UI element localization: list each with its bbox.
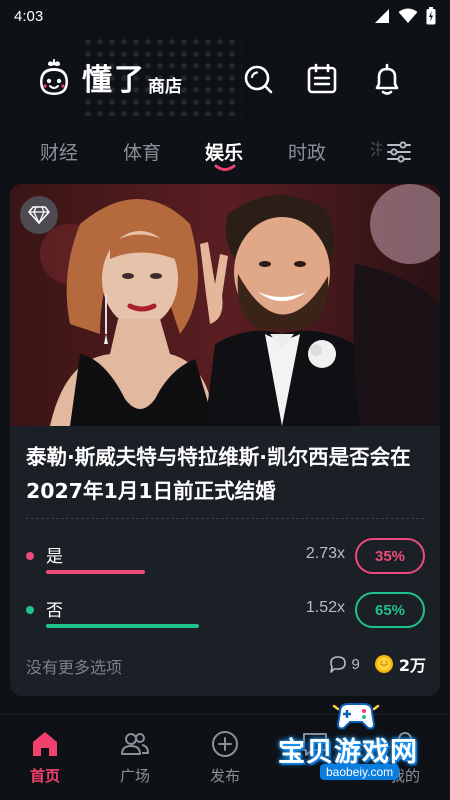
logo-title: 懂了 [82, 63, 146, 98]
gamepad-logo-icon [332, 703, 380, 730]
category-tabs: 财经 体育 娱乐 时政 [0, 128, 450, 176]
option-no-odds: 1.52x [305, 599, 345, 616]
tab-politics[interactable]: 时政 [288, 138, 326, 165]
system-icons [374, 7, 436, 25]
watermark-url: baobeiy.com [320, 764, 400, 780]
orders-icon[interactable] [305, 62, 339, 96]
active-tab-indicator [214, 164, 236, 171]
coin-icon [374, 655, 393, 673]
site-watermark: 宝贝游戏网 baobeiy.com [270, 700, 450, 796]
battery-icon [426, 7, 436, 25]
option-no-dot [26, 606, 34, 614]
mascot-logo-icon [40, 59, 68, 95]
nav-square-label: 广场 [119, 767, 150, 785]
tab-sports[interactable]: 体育 [123, 138, 161, 165]
option-no-percent-button[interactable]: 65% [355, 592, 425, 628]
people-icon [121, 733, 150, 755]
option-no-bar [46, 624, 199, 628]
event-photo [10, 184, 440, 426]
nav-publish[interactable]: 发布 [190, 729, 260, 786]
app-header: 懂了 商店 [0, 32, 450, 128]
option-yes[interactable]: 是 2.73x 35% [10, 538, 440, 584]
home-icon [33, 732, 57, 756]
status-bar: 4:03 [0, 0, 450, 32]
signal-icon [375, 9, 389, 23]
status-time: 4:03 [14, 7, 44, 25]
option-no-label: 否 [46, 601, 63, 621]
plus-circle-icon [212, 731, 238, 757]
wifi-icon [398, 8, 418, 23]
option-yes-percent-button[interactable]: 35% [355, 538, 425, 574]
option-no[interactable]: 否 1.52x 65% [10, 592, 440, 638]
event-photo-illustration [10, 184, 440, 426]
tab-entertainment[interactable]: 娱乐 [205, 138, 243, 165]
option-yes-odds: 2.73x [305, 545, 345, 562]
filter-settings-icon[interactable] [386, 140, 412, 164]
option-yes-dot [26, 552, 34, 560]
nav-home-label: 首页 [29, 767, 60, 785]
premium-badge [20, 196, 58, 234]
nav-publish-label: 发布 [209, 767, 240, 785]
search-icon[interactable] [241, 62, 275, 96]
diamond-icon [28, 206, 50, 224]
bell-icon[interactable] [370, 62, 404, 96]
nav-home[interactable]: 首页 [10, 729, 80, 786]
comment-icon[interactable] [329, 655, 347, 673]
market-card[interactable]: 泰勒·斯威夫特与特拉维斯·凯尔西是否会在2027年1月1日前正式结婚 是 2.7… [10, 184, 440, 696]
coin-volume: 2万 [398, 656, 426, 675]
logo-subtitle: 商店 [148, 77, 182, 97]
card-divider [26, 518, 424, 519]
comment-count: 9 [351, 655, 360, 673]
tab-finance[interactable]: 财经 [40, 138, 78, 165]
app-logo: 懂了 商店 [34, 58, 182, 98]
card-stats: 9 2万 [329, 652, 426, 676]
no-more-options-text: 没有更多选项 [26, 658, 123, 677]
option-yes-label: 是 [46, 547, 63, 567]
nav-square[interactable]: 广场 [100, 729, 170, 786]
option-yes-bar [46, 570, 145, 574]
market-question[interactable]: 泰勒·斯威夫特与特拉维斯·凯尔西是否会在2027年1月1日前正式结婚 [26, 440, 426, 508]
